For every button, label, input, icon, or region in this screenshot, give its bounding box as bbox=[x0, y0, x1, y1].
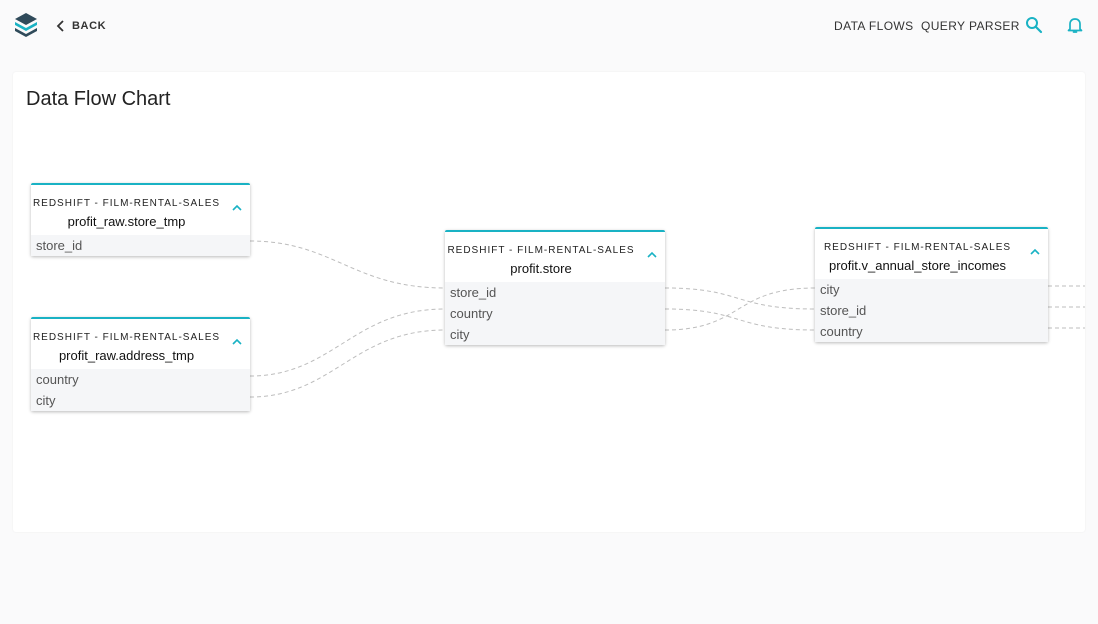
field-country[interactable]: country bbox=[31, 369, 250, 390]
node-source: REDSHIFT - FILM-RENTAL-SALES bbox=[823, 242, 1012, 253]
field-city[interactable]: city bbox=[815, 279, 1048, 300]
field-list: store_id country city bbox=[445, 282, 665, 345]
nav-data-flows[interactable]: DATA FLOWS bbox=[834, 17, 914, 35]
logo-icon[interactable] bbox=[14, 12, 38, 38]
search-icon[interactable] bbox=[1025, 16, 1043, 34]
nav-query-parser[interactable]: QUERY PARSER bbox=[921, 17, 1020, 35]
chevron-up-icon[interactable] bbox=[232, 203, 242, 213]
data-flow-card: Data Flow Chart REDSHIFT - FILM-RENTAL-S… bbox=[13, 72, 1085, 532]
node-store[interactable]: REDSHIFT - FILM-RENTAL-SALES profit.stor… bbox=[445, 230, 665, 345]
chevron-up-icon[interactable] bbox=[647, 250, 657, 260]
edge-country-to-store bbox=[249, 308, 446, 377]
chevron-up-icon[interactable] bbox=[1030, 247, 1040, 257]
chevron-up-icon[interactable] bbox=[232, 337, 242, 347]
top-bar: BACK DATA FLOWS QUERY PARSER bbox=[0, 0, 1098, 52]
node-annual-store-incomes[interactable]: REDSHIFT - FILM-RENTAL-SALES profit.v_an… bbox=[815, 227, 1048, 342]
bell-icon[interactable] bbox=[1066, 16, 1084, 34]
node-name: profit.v_annual_store_incomes bbox=[828, 258, 1007, 273]
node-source: REDSHIFT - FILM-RENTAL-SALES bbox=[32, 198, 221, 209]
field-list: store_id bbox=[31, 235, 250, 256]
edge-city-to-annual bbox=[664, 287, 816, 331]
field-country[interactable]: country bbox=[445, 303, 665, 324]
node-name: profit.store bbox=[510, 261, 572, 276]
node-store-tmp[interactable]: REDSHIFT - FILM-RENTAL-SALES profit_raw.… bbox=[31, 183, 250, 256]
node-source: REDSHIFT - FILM-RENTAL-SALES bbox=[32, 332, 221, 343]
back-label: BACK bbox=[72, 20, 107, 32]
node-address-tmp[interactable]: REDSHIFT - FILM-RENTAL-SALES profit_raw.… bbox=[31, 317, 250, 411]
node-source: REDSHIFT - FILM-RENTAL-SALES bbox=[447, 245, 635, 256]
node-header: REDSHIFT - FILM-RENTAL-SALES profit_raw.… bbox=[31, 319, 250, 369]
field-country[interactable]: country bbox=[815, 321, 1048, 342]
chevron-left-icon bbox=[56, 20, 64, 32]
node-name: profit_raw.store_tmp bbox=[67, 214, 186, 229]
field-list: country city bbox=[31, 369, 250, 411]
node-header: REDSHIFT - FILM-RENTAL-SALES profit.v_an… bbox=[815, 229, 1048, 279]
field-store-id[interactable]: store_id bbox=[445, 282, 665, 303]
field-store-id[interactable]: store_id bbox=[31, 235, 250, 256]
node-header: REDSHIFT - FILM-RENTAL-SALES profit.stor… bbox=[445, 232, 665, 282]
field-store-id[interactable]: store_id bbox=[815, 300, 1048, 321]
edge-store-id-to-annual bbox=[664, 287, 816, 310]
field-city[interactable]: city bbox=[31, 390, 250, 411]
node-name: profit_raw.address_tmp bbox=[58, 348, 195, 363]
edge-store-id-to-store bbox=[249, 240, 446, 289]
field-list: city store_id country bbox=[815, 279, 1048, 342]
node-header: REDSHIFT - FILM-RENTAL-SALES profit_raw.… bbox=[31, 185, 250, 235]
field-city[interactable]: city bbox=[445, 324, 665, 345]
back-button[interactable]: BACK bbox=[56, 17, 106, 35]
edge-country-to-annual bbox=[664, 308, 816, 331]
